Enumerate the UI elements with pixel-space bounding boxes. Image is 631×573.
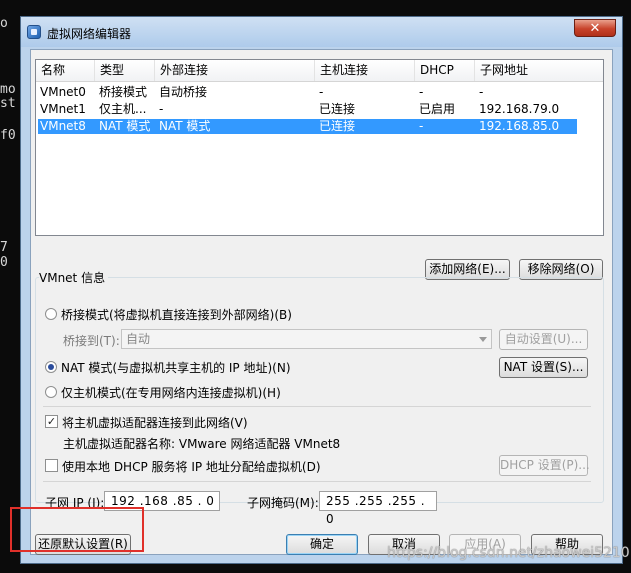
vmware-app-icon: [27, 25, 41, 39]
cell-dhcp: 已启用: [419, 102, 456, 116]
title-bar[interactable]: 虚拟网络编辑器 ✕: [21, 17, 622, 47]
watermark-text: https://blog.csdn.net/zhaowei5210: [387, 545, 630, 561]
terminal-fragment: st: [0, 96, 16, 111]
cell-host: 已连接: [319, 102, 356, 116]
cell-name: VMnet0: [40, 85, 86, 99]
bridged-mode-label[interactable]: 桥接模式(将虚拟机直接连接到外部网络)(B): [61, 306, 292, 323]
cell-name: VMnet1: [40, 102, 86, 116]
cell-type: 桥接模式: [99, 85, 148, 99]
cell-subnet: 192.168.79.0: [479, 102, 560, 116]
terminal-fragment: f0: [0, 128, 16, 143]
cell-subnet: 192.168.85.0: [479, 119, 560, 133]
virtual-network-editor-window: 虚拟网络编辑器 ✕ 名称 类型 外部连接 主机连接 DHCP 子网地址 VMne…: [20, 16, 623, 564]
bridge-to-value: 自动: [126, 332, 151, 346]
dhcp-checkbox[interactable]: [45, 459, 58, 472]
column-header-subnet[interactable]: 子网地址: [475, 60, 603, 81]
nat-settings-button[interactable]: NAT 设置(S)...: [499, 357, 588, 378]
separator: [43, 481, 591, 482]
column-header-external[interactable]: 外部连接: [155, 60, 315, 81]
dhcp-label[interactable]: 使用本地 DHCP 服务将 IP 地址分配给虚拟机(D): [62, 458, 321, 475]
cell-name: VMnet8: [40, 119, 86, 133]
terminal-fragment: 0: [0, 255, 8, 270]
auto-settings-button[interactable]: 自动设置(U)...: [499, 329, 588, 350]
cell-dhcp: -: [419, 119, 424, 133]
subnet-mask-input[interactable]: 255 .255 .255 . 0: [319, 491, 437, 526]
nat-mode-label[interactable]: NAT 模式(与虚拟机共享主机的 IP 地址)(N): [61, 359, 291, 376]
chevron-down-icon: [479, 337, 487, 342]
ok-button[interactable]: 确定: [286, 534, 358, 555]
connect-adapter-label[interactable]: 将主机虚拟适配器连接到此网络(V): [62, 414, 248, 431]
nat-mode-radio[interactable]: [45, 361, 57, 373]
subnet-mask-label: 子网掩码(M):: [247, 496, 319, 510]
column-header-dhcp[interactable]: DHCP: [415, 60, 475, 81]
list-header: 名称 类型 外部连接 主机连接 DHCP 子网地址: [36, 60, 603, 82]
dialog-client-area: 名称 类型 外部连接 主机连接 DHCP 子网地址 VMnet0 桥接模式 自动…: [30, 49, 613, 555]
cell-type: 仅主机...: [99, 102, 147, 116]
column-header-type[interactable]: 类型: [95, 60, 155, 81]
bridged-mode-radio[interactable]: [45, 308, 57, 320]
dhcp-settings-button[interactable]: DHCP 设置(P)...: [499, 455, 590, 476]
window-title: 虚拟网络编辑器: [47, 27, 132, 41]
separator: [43, 406, 591, 407]
terminal-fragment: mo: [0, 82, 16, 97]
cell-host: -: [319, 85, 324, 99]
cell-subnet: -: [479, 85, 484, 99]
column-header-host[interactable]: 主机连接: [315, 60, 415, 81]
cell-host: 已连接: [319, 119, 356, 133]
column-header-name[interactable]: 名称: [36, 60, 95, 81]
bridge-to-label: 桥接到(T):: [63, 334, 120, 348]
terminal-fragment: o: [0, 16, 8, 31]
connect-adapter-checkbox[interactable]: ✓: [45, 415, 58, 428]
adapter-name-text: 主机虚拟适配器名称: VMware 网络适配器 VMnet8: [63, 437, 341, 451]
cell-dhcp: -: [419, 85, 424, 99]
host-only-radio[interactable]: [45, 386, 57, 398]
host-only-label[interactable]: 仅主机模式(在专用网络内连接虚拟机)(H): [61, 384, 281, 401]
close-button[interactable]: ✕: [574, 19, 616, 37]
network-list[interactable]: 名称 类型 外部连接 主机连接 DHCP 子网地址 VMnet0 桥接模式 自动…: [35, 59, 604, 236]
cell-external: NAT 模式: [159, 119, 211, 133]
table-row[interactable]: VMnet0 桥接模式 自动桥接 - - -: [38, 85, 577, 100]
table-row-selected[interactable]: VMnet8 NAT 模式 NAT 模式 已连接 - 192.168.85.0: [38, 119, 577, 134]
highlight-box: [10, 507, 144, 552]
table-row[interactable]: VMnet1 仅主机... - 已连接 已启用 192.168.79.0: [38, 102, 577, 117]
cell-external: 自动桥接: [159, 85, 208, 99]
terminal-fragment: 7: [0, 240, 8, 255]
cell-external: -: [159, 102, 164, 116]
vmnet-info-label: VMnet 信息: [39, 269, 109, 286]
cell-type: NAT 模式: [99, 119, 151, 133]
bridge-to-select[interactable]: 自动: [121, 329, 492, 349]
